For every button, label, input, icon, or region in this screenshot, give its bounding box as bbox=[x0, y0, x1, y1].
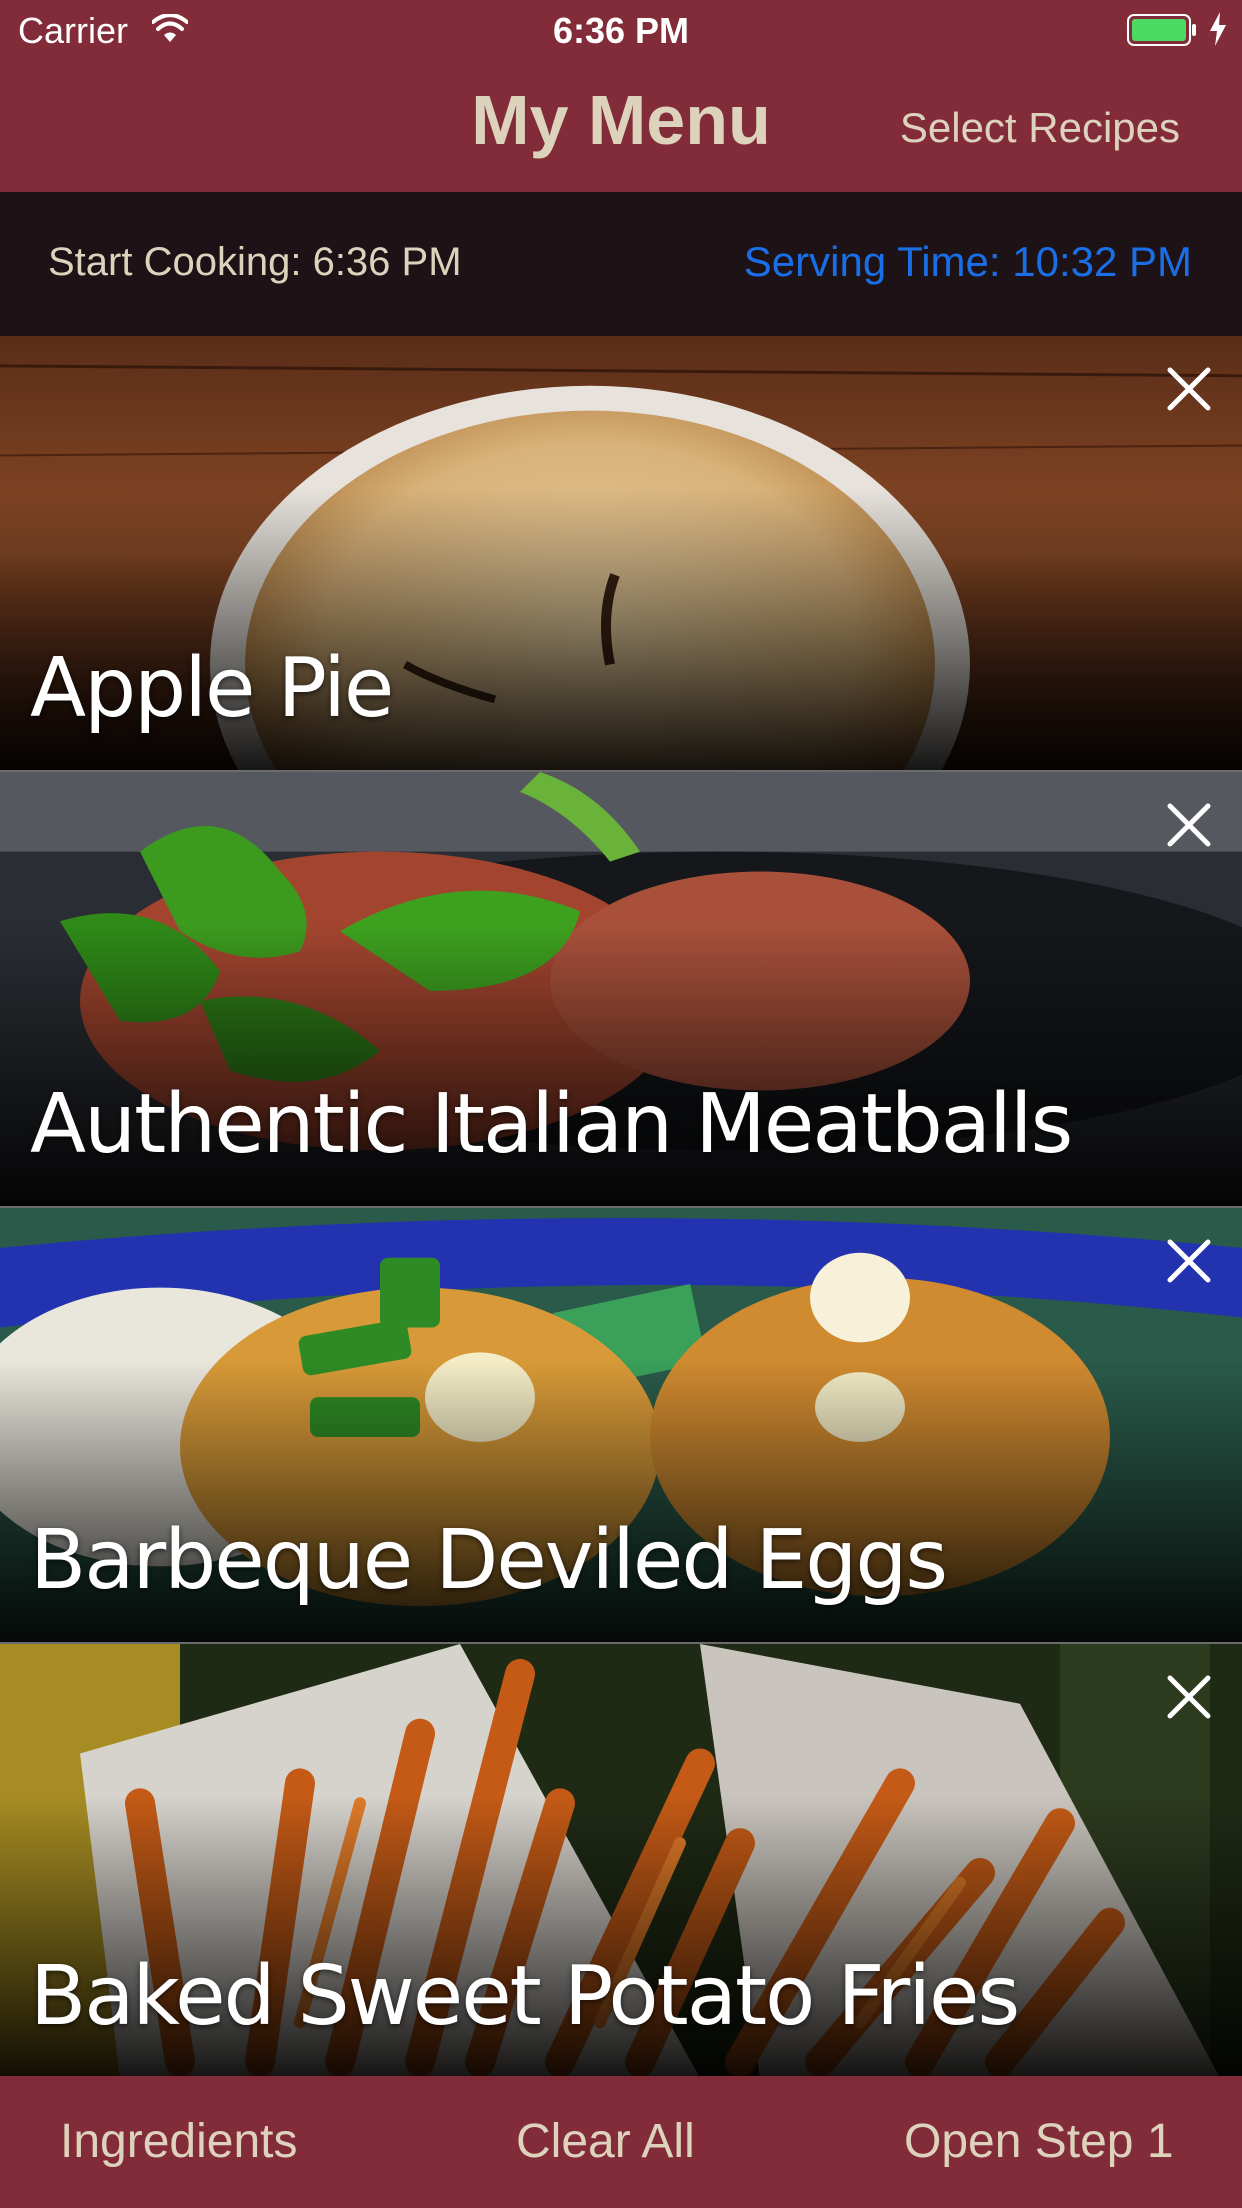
cooking-time-bar: Start Cooking: 6:36 PM Serving Time: 10:… bbox=[0, 192, 1242, 336]
close-icon[interactable] bbox=[1164, 1236, 1214, 1286]
recipe-title: Authentic Italian Meatballs bbox=[30, 1077, 1073, 1172]
ingredients-button[interactable]: Ingredients bbox=[60, 2114, 298, 2169]
serving-time-button[interactable]: Serving Time: 10:32 PM bbox=[744, 238, 1192, 286]
recipe-list: Apple Pie Authentic Italian Meatballs Ba… bbox=[0, 336, 1242, 2076]
status-bar: Carrier 6:36 PM bbox=[0, 0, 1242, 62]
recipe-title: Apple Pie bbox=[30, 641, 394, 736]
battery-icon bbox=[1127, 14, 1196, 46]
status-time: 6:36 PM bbox=[552, 10, 690, 51]
recipe-card-italian-meatballs[interactable]: Authentic Italian Meatballs bbox=[0, 772, 1242, 1208]
close-icon[interactable] bbox=[1164, 1672, 1214, 1722]
close-icon[interactable] bbox=[1164, 364, 1214, 414]
recipe-card-apple-pie[interactable]: Apple Pie bbox=[0, 336, 1242, 772]
charging-bolt-icon bbox=[1210, 12, 1226, 46]
recipe-title: Baked Sweet Potato Fries bbox=[30, 1949, 1020, 2044]
recipe-title: Barbeque Deviled Eggs bbox=[30, 1513, 948, 1608]
navigation-bar: My Menu Select Recipes bbox=[0, 62, 1242, 192]
bottom-toolbar: Ingredients Clear All Open Step 1 bbox=[0, 2076, 1242, 2208]
recipe-card-sweet-potato-fries[interactable]: Baked Sweet Potato Fries bbox=[0, 1644, 1242, 2076]
recipe-card-deviled-eggs[interactable]: Barbeque Deviled Eggs bbox=[0, 1208, 1242, 1644]
close-icon[interactable] bbox=[1164, 800, 1214, 850]
select-recipes-button[interactable]: Select Recipes bbox=[900, 104, 1180, 152]
clear-all-button[interactable]: Clear All bbox=[516, 2114, 695, 2169]
open-step-button[interactable]: Open Step 1 bbox=[904, 2114, 1174, 2169]
start-cooking-label: Start Cooking: 6:36 PM bbox=[48, 240, 462, 284]
